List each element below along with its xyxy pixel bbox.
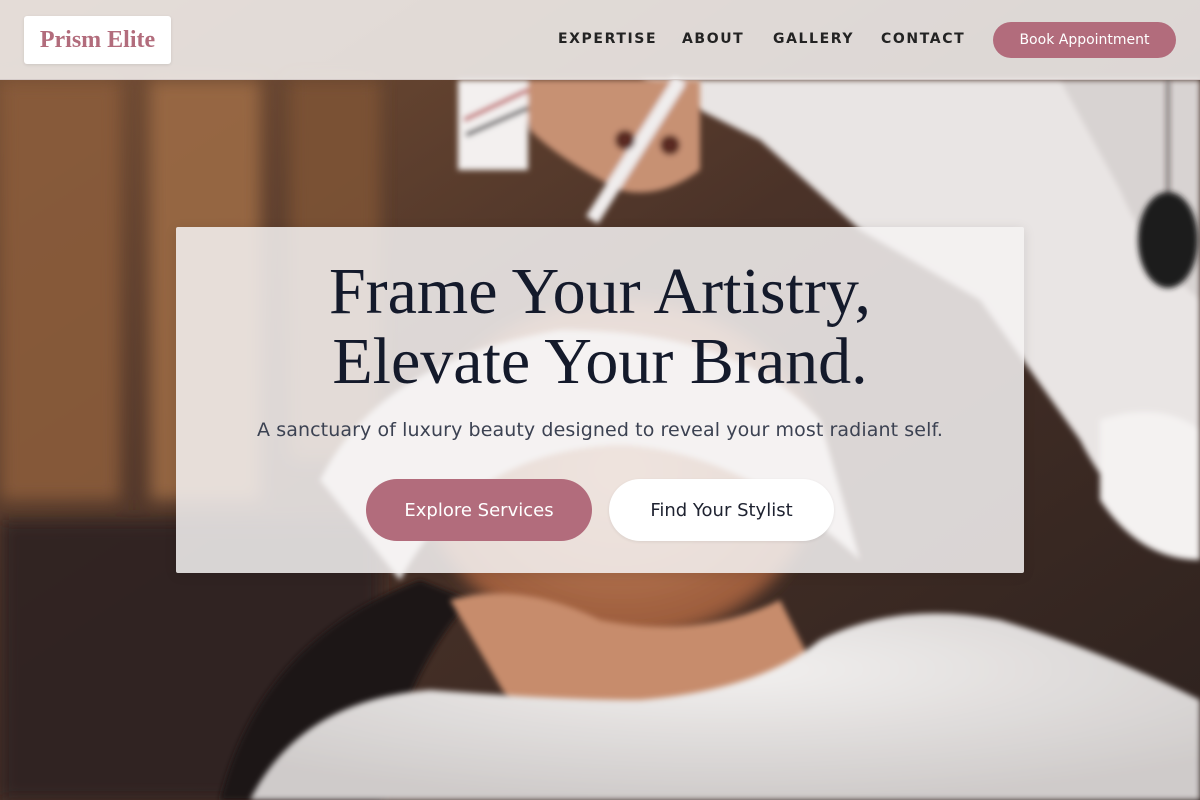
nav-link-about[interactable]: ABOUT <box>682 31 744 47</box>
book-appointment-button[interactable]: Book Appointment <box>993 22 1176 58</box>
nav-link-gallery[interactable]: GALLERY <box>773 31 854 47</box>
brand-name: Prism Elite <box>39 26 156 53</box>
find-your-stylist-button[interactable]: Find Your Stylist <box>609 479 834 541</box>
hero-subtitle: A sanctuary of luxury beauty designed to… <box>257 419 943 441</box>
hero-title: Frame Your Artistry, Elevate Your Brand. <box>176 257 1024 397</box>
explore-services-button[interactable]: Explore Services <box>366 479 592 541</box>
hero-title-line-2: Elevate Your Brand. <box>332 325 868 398</box>
nav-link-expertise[interactable]: EXPERTISE <box>558 31 657 47</box>
hero-card: Frame Your Artistry, Elevate Your Brand.… <box>176 227 1024 573</box>
logo[interactable]: Prism Elite <box>24 16 171 64</box>
hero-title-line-1: Frame Your Artistry, <box>328 255 872 328</box>
nav-link-contact[interactable]: CONTACT <box>881 31 965 47</box>
site-header: Prism Elite EXPERTISE ABOUT GALLERY CONT… <box>0 0 1200 80</box>
landing-page: Prism Elite EXPERTISE ABOUT GALLERY CONT… <box>0 0 1200 800</box>
